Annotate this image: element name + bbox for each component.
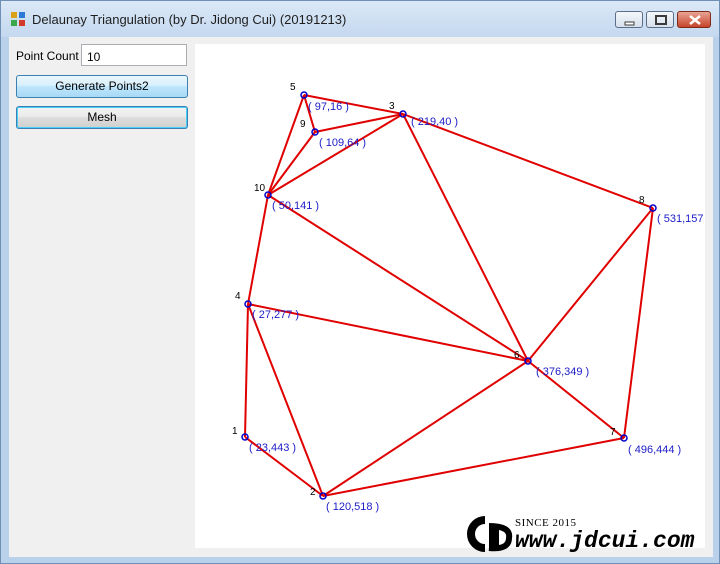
point-id-label: 7	[610, 427, 616, 438]
window-title: Delaunay Triangulation (by Dr. Jidong Cu…	[32, 12, 347, 27]
triangulation-canvas[interactable]: 1 ( 23,443 ) 2 ( 120,518 ) 3 ( 219,40 ) 4 ( 27,…	[195, 44, 705, 548]
generate-points-button[interactable]: Generate Points2	[16, 75, 188, 98]
point-coord-label: ( 50,141 )	[272, 200, 319, 212]
point-id-label: 5	[290, 82, 296, 93]
point-coord-label: ( 27,277 )	[252, 309, 299, 321]
point-coord-label: ( 219,40 )	[411, 116, 458, 128]
point-coord-label: ( 23,443 )	[249, 442, 296, 454]
point-id-label: 3	[389, 101, 395, 112]
point-coord-label: ( 120,518 )	[326, 501, 379, 513]
app-window: Delaunay Triangulation (by Dr. Jidong Cu…	[0, 0, 720, 564]
maximize-button[interactable]	[646, 11, 674, 28]
minimize-button[interactable]	[615, 11, 643, 28]
minimize-icon	[624, 21, 635, 26]
maximize-icon	[655, 15, 667, 25]
point-count-label: Point Count	[16, 49, 79, 63]
mesh-button[interactable]: Mesh	[16, 106, 188, 129]
point-id-label: 10	[254, 183, 266, 194]
edge-3-6	[402, 113, 529, 362]
point-id-label: 4	[235, 291, 241, 302]
edge-8-7	[623, 207, 654, 439]
edge-6-8	[527, 207, 654, 362]
edge-10-6	[267, 194, 529, 362]
point-coord-label: ( 496,444 )	[628, 444, 681, 456]
app-icon	[11, 12, 25, 26]
point-coord-label: ( 531,157	[657, 213, 703, 225]
point-coord-label: ( 376,349 )	[536, 366, 589, 378]
point-id-label: 6	[514, 350, 520, 361]
edge-10-3	[267, 113, 404, 196]
edge-9-10	[267, 131, 316, 196]
point-id-label: 2	[310, 487, 316, 498]
close-button[interactable]	[677, 11, 711, 28]
point-coord-label: ( 109,64 )	[319, 137, 366, 149]
edge-3-8	[402, 113, 654, 209]
edge-5-10	[267, 94, 305, 196]
website-url: www.jdcui.com	[515, 528, 695, 554]
watermark-logo: SINCE 2015 www.jdcui.com	[453, 512, 698, 556]
edge-4-1	[244, 303, 249, 438]
triangulation-plot: 1 ( 23,443 ) 2 ( 120,518 ) 3 ( 219,40 ) 4 ( 27,…	[232, 82, 703, 513]
cd-logo-icon	[467, 516, 513, 552]
point-id-label: 1	[232, 426, 238, 437]
point-count-input[interactable]	[81, 44, 187, 66]
title-bar[interactable]: Delaunay Triangulation (by Dr. Jidong Cu…	[1, 1, 719, 37]
close-icon	[689, 15, 701, 25]
point-id-label: 8	[639, 195, 645, 206]
edge-10-4	[247, 194, 269, 305]
point-id-label: 9	[300, 119, 306, 130]
point-coord-label: ( 97,16 )	[308, 101, 349, 113]
client-area: Point Count Generate Points2 Mesh 1 ( 23,…	[9, 37, 713, 557]
